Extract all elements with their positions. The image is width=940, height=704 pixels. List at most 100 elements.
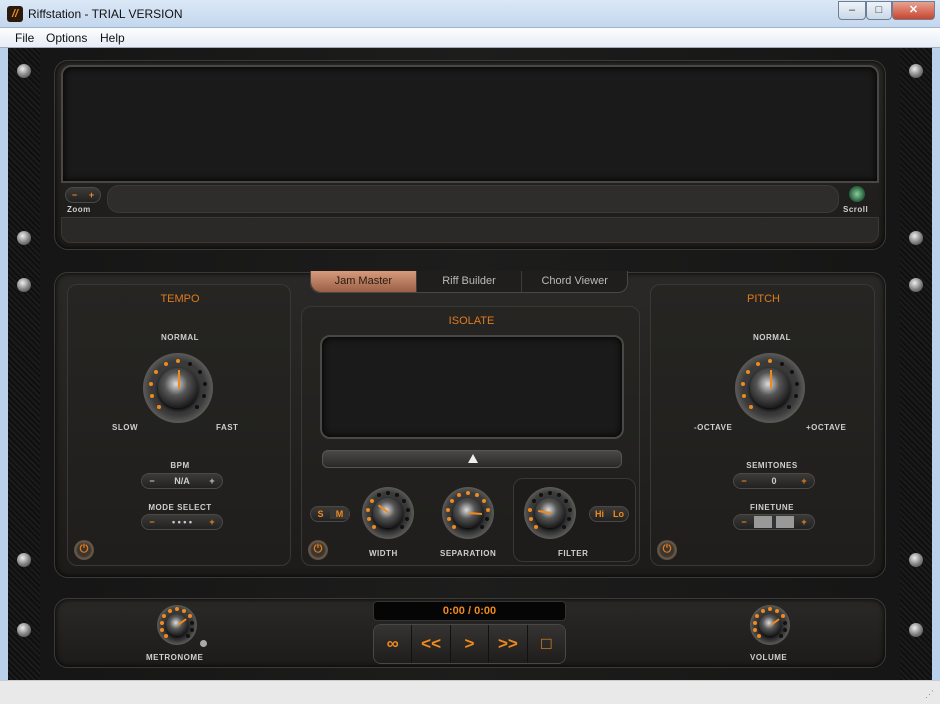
finetune-plus-button[interactable]: + xyxy=(794,517,814,527)
scroll-track[interactable] xyxy=(107,185,839,213)
rewind-button[interactable]: << xyxy=(412,625,451,663)
isolate-power-icon[interactable]: ⏻ xyxy=(308,540,328,560)
knob-led xyxy=(760,609,765,614)
mono-button[interactable]: M xyxy=(330,509,349,519)
knob-led xyxy=(365,507,370,512)
width-label: WIDTH xyxy=(369,549,398,558)
knob-led xyxy=(405,517,410,522)
tempo-normal-label: NORMAL xyxy=(160,333,200,342)
stereo-mono-toggle: S M xyxy=(310,506,350,522)
knob-led xyxy=(741,381,746,386)
knob-led xyxy=(167,609,172,614)
fast-forward-button[interactable]: >> xyxy=(489,625,528,663)
tempo-knob[interactable] xyxy=(143,353,213,423)
mode-plus-button[interactable]: + xyxy=(202,517,222,527)
knob-led xyxy=(782,627,787,632)
lo-button[interactable]: Lo xyxy=(609,509,628,519)
knob-led xyxy=(557,492,562,497)
knob-led xyxy=(548,490,552,495)
tempo-fast-label: FAST xyxy=(216,423,239,432)
isolate-display xyxy=(320,335,624,439)
tab-chord-viewer[interactable]: Chord Viewer xyxy=(522,271,627,292)
knob-led xyxy=(402,499,407,504)
knob-led xyxy=(160,627,165,632)
slider-thumb[interactable] xyxy=(468,454,478,463)
knob-led xyxy=(793,394,798,399)
hi-lo-toggle: Hi Lo xyxy=(589,506,629,522)
tab-riff-builder[interactable]: Riff Builder xyxy=(417,271,523,292)
hi-button[interactable]: Hi xyxy=(590,509,609,519)
knob-led xyxy=(187,613,192,618)
width-knob[interactable] xyxy=(362,487,414,539)
menu-help[interactable]: Help xyxy=(100,31,125,45)
semitones-minus-button[interactable]: − xyxy=(734,476,754,486)
tempo-power-icon[interactable]: ⏻ xyxy=(74,540,94,560)
zoom-in-button[interactable]: + xyxy=(83,190,100,200)
mode-select-label: MODE SELECT xyxy=(148,503,212,512)
knob-led xyxy=(567,517,572,522)
finetune-label: FINETUNE xyxy=(750,503,794,512)
mode-minus-button[interactable]: − xyxy=(142,517,162,527)
knob-led xyxy=(783,620,788,625)
filter-knob[interactable] xyxy=(524,487,576,539)
knob-led xyxy=(445,507,450,512)
menu-options[interactable]: Options xyxy=(46,31,87,45)
knob-led xyxy=(466,490,470,495)
knob-led xyxy=(163,634,168,639)
title-bar: // Riffstation - TRIAL VERSION ‒ □ ✕ xyxy=(0,0,940,28)
metronome-knob[interactable] xyxy=(157,605,197,645)
screw-icon xyxy=(909,278,923,292)
bpm-minus-button[interactable]: − xyxy=(142,476,162,486)
knob-pointer xyxy=(770,370,772,388)
waveform-display[interactable] xyxy=(61,65,879,183)
tab-jam-master[interactable]: Jam Master xyxy=(311,271,417,292)
knob-led xyxy=(175,607,179,612)
window-title: Riffstation - TRIAL VERSION xyxy=(28,7,183,21)
zoom-out-button[interactable]: − xyxy=(66,190,83,200)
screw-icon xyxy=(909,231,923,245)
filter-label: FILTER xyxy=(558,549,589,558)
knob-led xyxy=(564,499,569,504)
zoom-control: − + xyxy=(65,187,101,203)
finetune-bar[interactable] xyxy=(754,516,794,528)
scroll-toggle[interactable] xyxy=(849,186,865,202)
play-button[interactable]: > xyxy=(450,625,490,663)
zoom-label: Zoom xyxy=(67,205,91,214)
isolate-slider[interactable] xyxy=(322,450,622,468)
knob-led xyxy=(163,361,168,366)
knob-led xyxy=(386,490,390,495)
knob-led xyxy=(780,613,785,618)
timeline-bar[interactable] xyxy=(61,217,879,243)
bpm-plus-button[interactable]: + xyxy=(202,476,222,486)
knob-led xyxy=(451,525,456,530)
stop-button[interactable]: □ xyxy=(527,625,565,663)
close-button[interactable]: ✕ xyxy=(892,1,935,20)
volume-knob[interactable] xyxy=(750,605,790,645)
knob-led xyxy=(752,620,757,625)
pitch-power-icon[interactable]: ⏻ xyxy=(657,540,677,560)
knob-led xyxy=(371,525,376,530)
menu-file[interactable]: File xyxy=(15,31,34,45)
minus-octave-label: -OCTAVE xyxy=(694,423,733,432)
finetune-minus-button[interactable]: − xyxy=(734,517,754,527)
knob-led xyxy=(780,361,785,366)
semitones-plus-button[interactable]: + xyxy=(794,476,814,486)
knob-led xyxy=(149,381,154,386)
pitch-knob[interactable] xyxy=(735,353,805,423)
knob-led xyxy=(195,405,200,410)
knob-led xyxy=(486,507,491,512)
knob-led xyxy=(787,405,792,410)
minimize-button[interactable]: ‒ xyxy=(838,1,866,20)
transport-controls: ∞ << > >> □ xyxy=(373,624,566,664)
screw-icon xyxy=(17,278,31,292)
pitch-normal-label: NORMAL xyxy=(752,333,792,342)
loop-button[interactable]: ∞ xyxy=(374,625,413,663)
knob-pointer xyxy=(178,370,180,388)
tempo-title: TEMPO xyxy=(160,293,200,305)
maximize-button[interactable]: □ xyxy=(866,1,892,20)
stereo-button[interactable]: S xyxy=(311,509,330,519)
knob-led xyxy=(533,525,538,530)
resize-grip-icon[interactable]: ⋰ xyxy=(925,689,934,700)
knob-led xyxy=(748,405,753,410)
separation-knob[interactable] xyxy=(442,487,494,539)
